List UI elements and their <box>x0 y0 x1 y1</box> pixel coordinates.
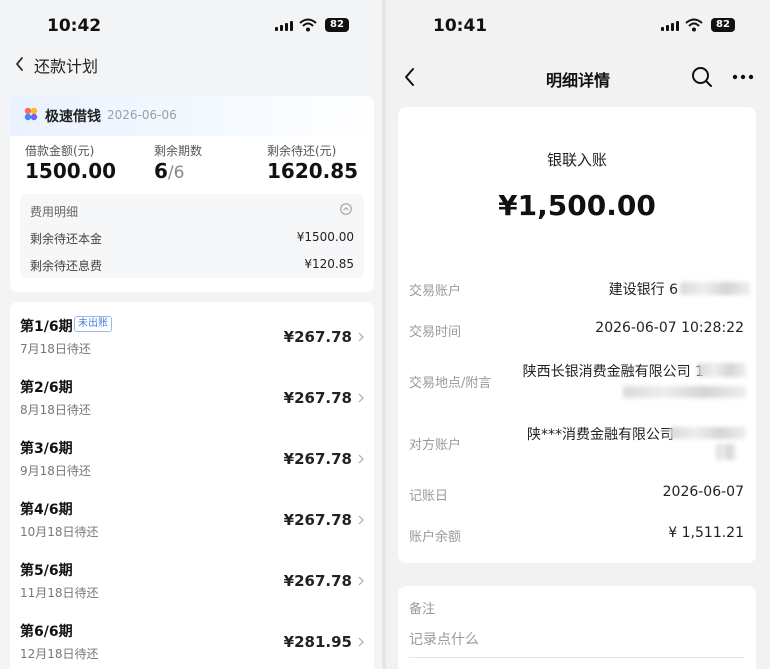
chevron-right-icon <box>358 393 364 403</box>
period-amount: ¥267.78 <box>283 328 352 346</box>
signal-icon <box>661 21 679 31</box>
more-options-icon[interactable] <box>732 74 754 80</box>
loan-date: 2026-06-06 <box>107 108 177 122</box>
principal-label: 剩余待还本金 <box>30 232 103 246</box>
header: 还款计划 <box>0 50 382 80</box>
time-value: 2026-06-07 10:28:22 <box>595 320 744 336</box>
period-due-date: 8月18日待还 <box>20 403 91 417</box>
loan-summary-card: 极速借钱 2026-06-06 借款金额(元) 1500.00 剩余期数 6/6… <box>10 96 374 292</box>
period-row[interactable]: 第6/6期 12月18日待还 ¥281.95 <box>10 607 374 668</box>
repayment-plan-screen: 10:42 82 还款计划 极速借钱 2026-06-06 借款金额(元) 15… <box>0 0 382 669</box>
period-name: 第3/6期 <box>20 441 73 457</box>
search-icon[interactable] <box>691 66 713 88</box>
fee-details-title: 费用明细 <box>30 205 79 219</box>
principal-value: ¥1500.00 <box>296 230 354 244</box>
page-title: 还款计划 <box>34 57 99 76</box>
post-date-label: 记账日 <box>409 489 449 504</box>
period-name: 第2/6期 <box>20 380 73 396</box>
period-due-date: 7月18日待还 <box>20 342 91 356</box>
remark-label: 备注 <box>409 602 436 617</box>
period-amount: ¥281.95 <box>283 633 352 651</box>
period-due-date: 10月18日待还 <box>20 525 99 539</box>
header: 明细详情 <box>386 58 770 94</box>
chevron-right-icon <box>358 332 364 342</box>
remaining-due-label: 剩余待还(元) <box>267 144 337 158</box>
wifi-icon <box>299 18 317 32</box>
status-time: 10:41 <box>433 16 488 36</box>
period-row[interactable]: 第4/6期 10月18日待还 ¥267.78 <box>10 485 374 546</box>
period-name: 第5/6期 <box>20 563 73 579</box>
back-arrow-icon[interactable] <box>14 54 26 74</box>
redacted-counterparty <box>670 427 746 439</box>
period-row[interactable]: 第1/6期 未出账 7月18日待还 ¥267.78 <box>10 302 374 363</box>
status-time: 10:42 <box>47 16 102 36</box>
unbilled-badge: 未出账 <box>74 316 112 332</box>
period-name: 第6/6期 <box>20 624 73 640</box>
interest-value: ¥120.85 <box>304 257 354 271</box>
period-name: 第4/6期 <box>20 502 73 518</box>
period-row[interactable]: 第5/6期 11月18日待还 ¥267.78 <box>10 546 374 607</box>
balance-label: 账户余额 <box>409 530 462 545</box>
brand-name: 极速借钱 <box>45 109 101 125</box>
redacted-place-line2 <box>623 386 746 398</box>
time-label: 交易时间 <box>409 325 462 340</box>
wifi-icon <box>685 18 703 32</box>
remark-card: 备注 <box>398 586 756 669</box>
place-label: 交易地点/附言 <box>409 376 492 391</box>
transaction-detail-screen: 10:41 82 明细详情 银联入账 ¥1,500.00 交易账户 建设银行 6… <box>386 0 770 669</box>
counterparty-value: 陕***消费金融有限公司 <box>527 427 674 443</box>
redacted-account-number <box>680 282 750 295</box>
chevron-right-icon <box>358 515 364 525</box>
chevron-right-icon <box>358 454 364 464</box>
remark-input[interactable] <box>409 622 744 658</box>
period-amount: ¥267.78 <box>283 511 352 529</box>
interest-label: 剩余待还息费 <box>30 259 103 273</box>
chevron-right-icon <box>358 576 364 586</box>
period-amount: ¥267.78 <box>283 389 352 407</box>
period-row[interactable]: 第3/6期 9月18日待还 ¥267.78 <box>10 424 374 485</box>
period-amount: ¥267.78 <box>283 450 352 468</box>
battery-icon: 82 <box>711 18 735 32</box>
chevron-right-icon <box>358 637 364 647</box>
status-bar: 10:41 82 <box>386 0 770 50</box>
redacted-counterparty-line2 <box>716 444 736 460</box>
remaining-periods-label: 剩余期数 <box>154 144 203 158</box>
transaction-detail-card: 银联入账 ¥1,500.00 交易账户 建设银行 6 交易时间 2026-06-… <box>398 107 756 563</box>
counterparty-label: 对方账户 <box>409 438 462 453</box>
redacted-place <box>698 363 746 377</box>
balance-value: ¥ 1,511.21 <box>668 525 744 541</box>
place-value: 陕西长银消费金融有限公司 1 <box>522 364 704 380</box>
remaining-periods-value: 6/6 <box>154 159 185 183</box>
account-value: 建设银行 6 <box>608 282 678 298</box>
period-name: 第1/6期 <box>20 319 73 335</box>
period-due-date: 12月18日待还 <box>20 647 99 661</box>
post-date-value: 2026-06-07 <box>662 484 744 500</box>
brand-logo-icon <box>24 107 38 121</box>
loan-amount-value: 1500.00 <box>25 159 117 183</box>
period-amount: ¥267.78 <box>283 572 352 590</box>
signal-icon <box>275 21 293 31</box>
loan-amount-label: 借款金额(元) <box>25 144 95 158</box>
status-bar: 10:42 82 <box>0 0 382 50</box>
remaining-due-value: 1620.85 <box>267 159 359 183</box>
transaction-channel: 银联入账 <box>546 151 607 169</box>
transaction-amount: ¥1,500.00 <box>498 189 656 222</box>
account-label: 交易账户 <box>409 284 462 299</box>
period-row[interactable]: 第2/6期 8月18日待还 ¥267.78 <box>10 363 374 424</box>
battery-icon: 82 <box>325 18 349 32</box>
period-list: 第1/6期 未出账 7月18日待还 ¥267.78 第2/6期 8月18日待还 … <box>10 302 374 669</box>
fee-details: 费用明细 剩余待还本金 ¥1500.00 剩余待还息费 ¥120.85 <box>20 194 364 278</box>
collapse-icon[interactable] <box>340 203 352 215</box>
period-due-date: 11月18日待还 <box>20 586 99 600</box>
period-due-date: 9月18日待还 <box>20 464 91 478</box>
